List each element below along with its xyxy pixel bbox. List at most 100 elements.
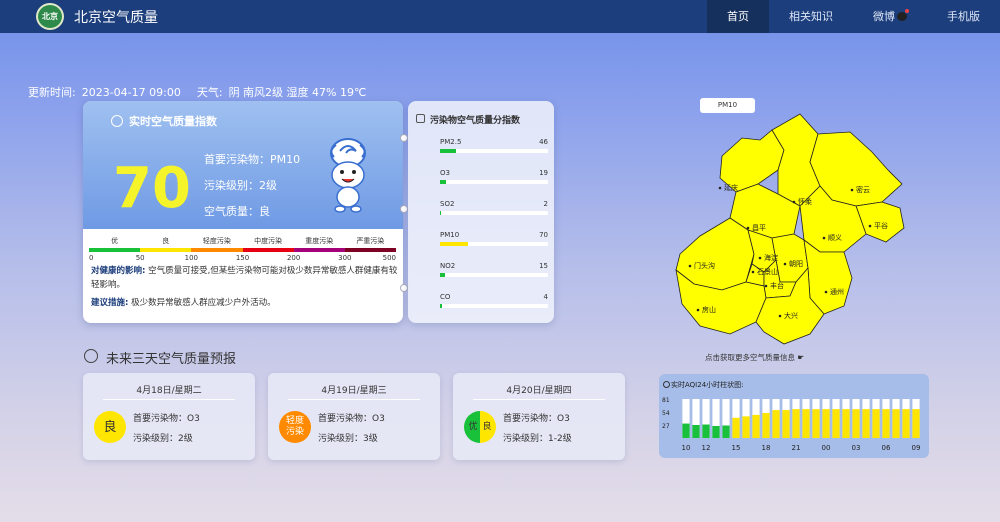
district-map-svg[interactable]: 延庆 怀柔 密云 昌平 顺义 平谷 门头沟 海淀 朝阳 石景山 丰台 通州 房山… bbox=[660, 94, 920, 364]
pollutant-value: 15 bbox=[539, 262, 548, 270]
forecast-pollutant: 首要污染物：O3 bbox=[503, 414, 570, 424]
x-tick-label: 06 bbox=[882, 444, 891, 452]
pollutant-row: PM10 70 bbox=[440, 231, 548, 246]
subindex-title-icon bbox=[416, 114, 425, 123]
forecast-level: 污染级别：2级 bbox=[133, 434, 193, 444]
beijing-district-map[interactable]: 延庆 怀柔 密云 昌平 顺义 平谷 门头沟 海淀 朝阳 石景山 丰台 通州 房山… bbox=[660, 94, 920, 364]
scale-segment bbox=[293, 248, 345, 252]
y-tick-label: 54 bbox=[662, 410, 670, 417]
advice-label: 建议措施: bbox=[91, 298, 129, 308]
x-tick-label: 03 bbox=[852, 444, 861, 452]
aqi-bar bbox=[902, 409, 910, 438]
pollutant-name: CO bbox=[440, 293, 451, 301]
scale-segment bbox=[242, 248, 294, 252]
nav-item-knowledge[interactable]: 相关知识 bbox=[769, 0, 853, 33]
forecast-date: 4月19日/星期三 bbox=[321, 386, 387, 396]
pollutant-value: 4 bbox=[543, 293, 548, 301]
aqi-scale: 优 良 轻度污染 中度污染 重度污染 严重污染 0 50 100 150 200 300 5… bbox=[89, 236, 397, 264]
logo-text: 北京 bbox=[42, 12, 58, 21]
district-label-haidian: 海淀 bbox=[764, 253, 778, 262]
forecast-pollutant: 首要污染物：O3 bbox=[133, 414, 200, 424]
pollutant-bar-track bbox=[440, 211, 548, 215]
scale-segment bbox=[191, 248, 243, 252]
x-tick-label: 18 bbox=[762, 444, 771, 452]
binder-ring-icon bbox=[400, 205, 408, 213]
pollutant-bar-fill bbox=[440, 211, 442, 215]
district-label-changping: 昌平 bbox=[752, 224, 766, 232]
district-label-mentougou: 门头沟 bbox=[694, 261, 715, 270]
pollutant-value: 19 bbox=[539, 169, 548, 177]
pollutant-name: O3 bbox=[440, 169, 450, 177]
pollutant-bar-track bbox=[440, 180, 548, 184]
scale-label: 优 bbox=[111, 237, 119, 245]
aqi-title-icon bbox=[111, 115, 123, 127]
pollutant-bar-track bbox=[440, 242, 548, 246]
forecast-title: 未来三天空气质量预报 bbox=[106, 352, 237, 367]
realtime-aqi-title: 实时空气质量指数 bbox=[129, 115, 217, 128]
forecast-pollutant: 首要污染物：O3 bbox=[318, 414, 385, 424]
air-quality-grade: 空气质量：良 bbox=[204, 205, 270, 218]
updated-label: 更新时间: bbox=[28, 86, 76, 99]
district-label-huairou: 怀柔 bbox=[798, 197, 812, 206]
subindex-title: 污染物空气质量分指数 bbox=[430, 116, 521, 126]
x-tick-label: 09 bbox=[912, 444, 921, 452]
y-tick-label: 27 bbox=[662, 423, 670, 430]
pollutant-row: CO 4 bbox=[440, 293, 548, 308]
aqi-bar bbox=[742, 416, 750, 438]
map-pollutant-tab[interactable]: PM10 bbox=[700, 98, 755, 113]
district-label-tongzhou: 通州 bbox=[830, 287, 844, 296]
district-label-fengtai: 丰台 bbox=[770, 281, 784, 290]
forecast-card-day3: 4月20日/星期四 优良 首要污染物：O3 污染级别：1-2级 bbox=[453, 373, 625, 460]
nav-item-weibo-label: 微博 bbox=[873, 10, 895, 23]
pollutant-name: SO2 bbox=[440, 200, 455, 208]
map-more-info-link[interactable]: 点击获取更多空气质量信息 ☛ bbox=[705, 352, 804, 363]
district-label-fangshan: 房山 bbox=[702, 305, 716, 314]
aqi-bar bbox=[802, 409, 810, 438]
aqi-bar bbox=[822, 409, 830, 438]
forecast-divider bbox=[473, 399, 605, 400]
scale-number: 500 bbox=[382, 254, 396, 262]
aqi-bar bbox=[812, 409, 820, 438]
pollutant-bar-track bbox=[440, 149, 548, 153]
aqi-bar bbox=[912, 409, 920, 438]
nav-item-home[interactable]: 首页 bbox=[707, 0, 769, 33]
nav-item-mobile[interactable]: 手机版 bbox=[927, 0, 1000, 33]
site-logo[interactable]: 北京 bbox=[36, 3, 64, 30]
aqi-bar bbox=[862, 409, 870, 438]
x-tick-label: 10 bbox=[682, 444, 691, 452]
aqi-bar bbox=[682, 423, 690, 438]
binder-ring-icon bbox=[400, 284, 408, 292]
forecast-divider bbox=[288, 399, 420, 400]
forecast-level: 污染级别：1-2级 bbox=[503, 434, 572, 444]
y-tick-label: 81 bbox=[662, 397, 670, 404]
aqi-bar bbox=[872, 409, 880, 438]
scale-number: 150 bbox=[235, 254, 250, 262]
x-tick-label: 21 bbox=[792, 444, 801, 452]
weather-label: 天气: bbox=[196, 86, 223, 99]
aqi-bar bbox=[782, 410, 790, 438]
pollutant-value: 2 bbox=[543, 200, 548, 208]
pollutant-name: PM2.5 bbox=[440, 138, 462, 146]
pollutant-row: PM2.5 46 bbox=[440, 138, 548, 153]
scale-segment bbox=[140, 248, 192, 252]
district-label-shunyi: 顺义 bbox=[828, 234, 842, 242]
aqi-bar bbox=[702, 424, 710, 438]
cloud-mascot-icon bbox=[330, 138, 366, 213]
aqi-bar bbox=[842, 409, 850, 438]
aqi-bar bbox=[772, 410, 780, 438]
scale-label: 轻度污染 bbox=[202, 237, 231, 245]
nav-item-weibo[interactable]: 微博 bbox=[853, 0, 927, 33]
forecast-divider bbox=[103, 399, 235, 400]
forecast-badge-left: 优 bbox=[468, 421, 478, 432]
site-title: 北京空气质量 bbox=[74, 10, 158, 26]
scale-number: 300 bbox=[338, 254, 352, 262]
hourly-aqi-chart: 实时AQI24小时柱状图: 81 54 27 10 12 15 18 21 00 03 06 09 bbox=[659, 374, 929, 458]
pollutant-name: PM10 bbox=[440, 231, 460, 239]
clock-icon bbox=[84, 349, 98, 363]
pollutant-bar-fill bbox=[440, 273, 446, 277]
forecast-badge: 良 bbox=[94, 411, 126, 443]
forecast-badge: 轻度污染 bbox=[279, 411, 311, 443]
aqi-scale-bar bbox=[89, 248, 397, 252]
forecast-info: 首要污染物：O3 污染级别：2级 bbox=[133, 409, 200, 449]
top-navigation-bar: 北京 北京空气质量 首页 相关知识 微博 手机版 bbox=[0, 0, 1000, 33]
